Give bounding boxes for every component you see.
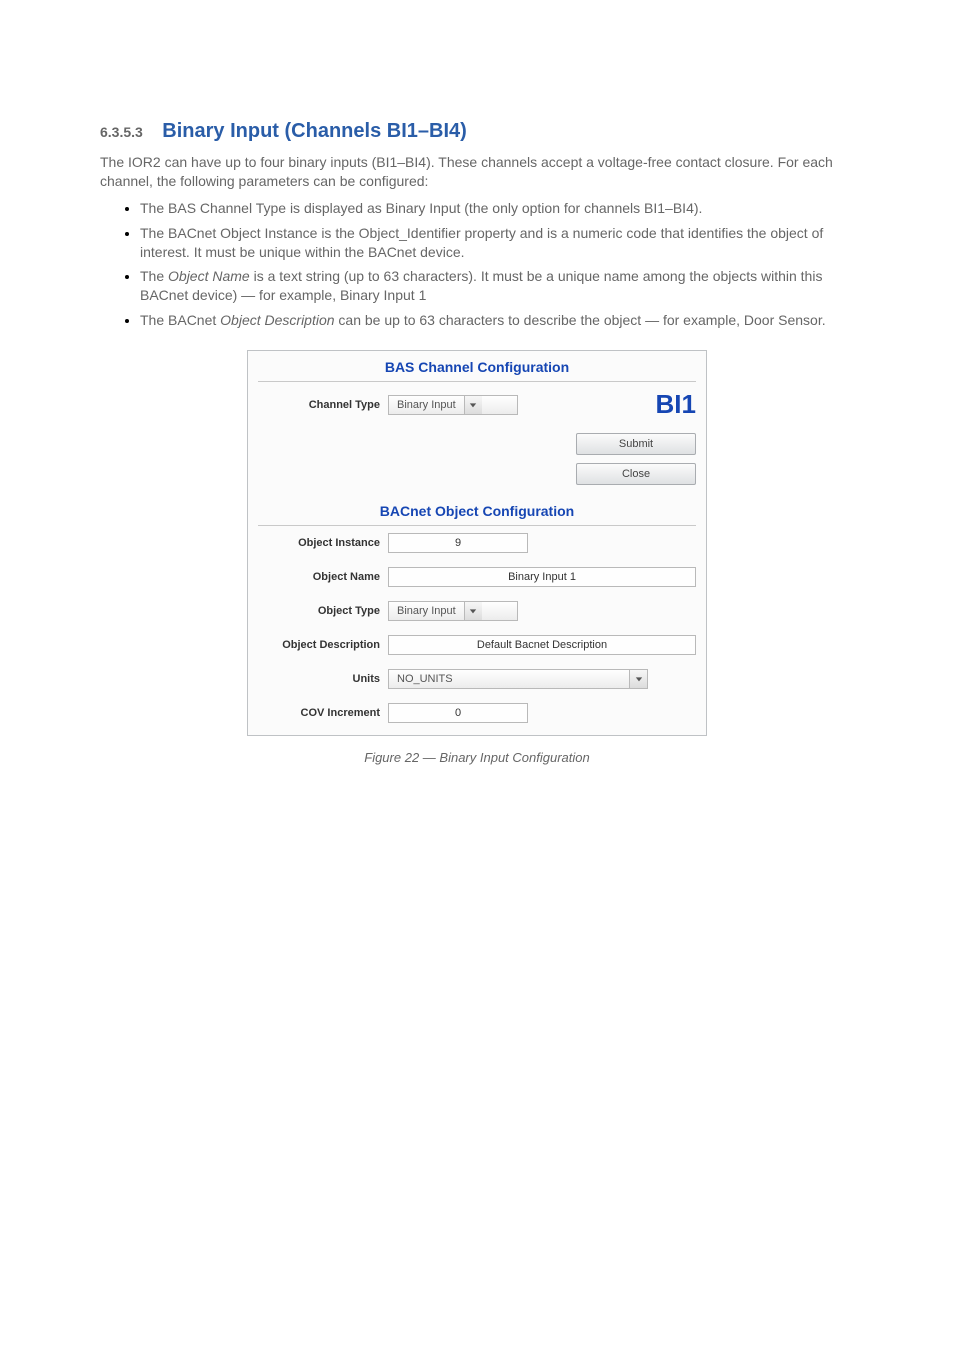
cov-increment-row: COV Increment 0 <box>248 696 706 735</box>
config-panel: BAS Channel Configuration Channel Type B… <box>247 350 707 736</box>
title-suffix: ) <box>460 120 467 142</box>
object-description-row: Object Description Default Bacnet Descri… <box>248 628 706 662</box>
section-number: 6.3.5.3 <box>100 124 143 140</box>
caption-pre: Figure 22 <box>364 750 423 765</box>
list-text-pre: The BACnet <box>140 312 220 328</box>
object-type-label: Object Type <box>248 605 388 617</box>
list-text-em: Object Description <box>220 312 334 328</box>
close-button[interactable]: Close <box>576 463 696 485</box>
bullet-list: The BAS Channel Type is displayed as Bin… <box>100 199 854 330</box>
object-type-select[interactable]: Binary Input <box>388 601 518 621</box>
object-instance-row: Object Instance 9 <box>248 526 706 560</box>
chevron-down-icon <box>464 396 482 414</box>
list-text: The BAS Channel Type is displayed as Bin… <box>140 200 702 216</box>
channel-type-label: Channel Type <box>248 399 388 411</box>
object-name-row: Object Name Binary Input 1 <box>248 560 706 594</box>
submit-button[interactable]: Submit <box>576 433 696 455</box>
object-instance-label: Object Instance <box>248 537 388 549</box>
units-select[interactable]: NO_UNITS <box>388 669 648 689</box>
list-text: The BACnet Object Instance is the Object… <box>140 225 823 260</box>
list-item: The BAS Channel Type is displayed as Bin… <box>140 199 854 218</box>
list-text-post: can be up to 63 characters to describe t… <box>335 312 826 328</box>
object-type-row: Object Type Binary Input <box>248 594 706 628</box>
figure: BAS Channel Configuration Channel Type B… <box>100 350 854 765</box>
page-content: 6.3.5.3 Binary Input (Channels BI1–BI4) … <box>0 0 954 765</box>
list-item: The BACnet Object Instance is the Object… <box>140 224 854 262</box>
select-value: Binary Input <box>389 396 464 414</box>
title-prefix: Binary Input <box>162 120 284 142</box>
cov-increment-label: COV Increment <box>248 707 388 719</box>
caption-post: Binary Input Configuration <box>436 750 590 765</box>
list-text-pre: The <box>140 268 168 284</box>
units-row: Units NO_UNITS <box>248 662 706 696</box>
cov-increment-field[interactable]: 0 <box>388 703 528 723</box>
figure-caption: Figure 22 — Binary Input Configuration <box>100 750 854 765</box>
object-description-label: Object Description <box>248 639 388 651</box>
list-item: The BACnet Object Description can be up … <box>140 311 854 330</box>
title-channels: (Channels BI1–BI4 <box>285 120 461 142</box>
caption-dash: — <box>423 750 436 765</box>
chevron-down-icon <box>464 602 482 620</box>
intro-paragraph: The IOR2 can have up to four binary inpu… <box>100 153 854 191</box>
button-stack: Submit Close <box>248 433 696 485</box>
channel-id-badge: BI1 <box>656 389 696 420</box>
select-value: Binary Input <box>389 602 464 620</box>
chevron-down-icon <box>629 670 647 688</box>
bas-config-title: BAS Channel Configuration <box>248 351 706 381</box>
section-title: Binary Input (Channels BI1–BI4) <box>162 120 467 143</box>
section-heading-line: 6.3.5.3 Binary Input (Channels BI1–BI4) <box>100 120 854 143</box>
object-instance-field[interactable]: 9 <box>388 533 528 553</box>
channel-type-select[interactable]: Binary Input <box>388 395 518 415</box>
list-item: The Object Name is a text string (up to … <box>140 267 854 305</box>
channel-type-row: Channel Type Binary Input BI1 <box>248 382 706 427</box>
bacnet-config-title: BACnet Object Configuration <box>248 495 706 525</box>
object-name-field[interactable]: Binary Input 1 <box>388 567 696 587</box>
list-text-em: Object Name <box>168 268 250 284</box>
units-label: Units <box>248 673 388 685</box>
object-description-field[interactable]: Default Bacnet Description <box>388 635 696 655</box>
object-name-label: Object Name <box>248 571 388 583</box>
select-value: NO_UNITS <box>389 670 629 688</box>
